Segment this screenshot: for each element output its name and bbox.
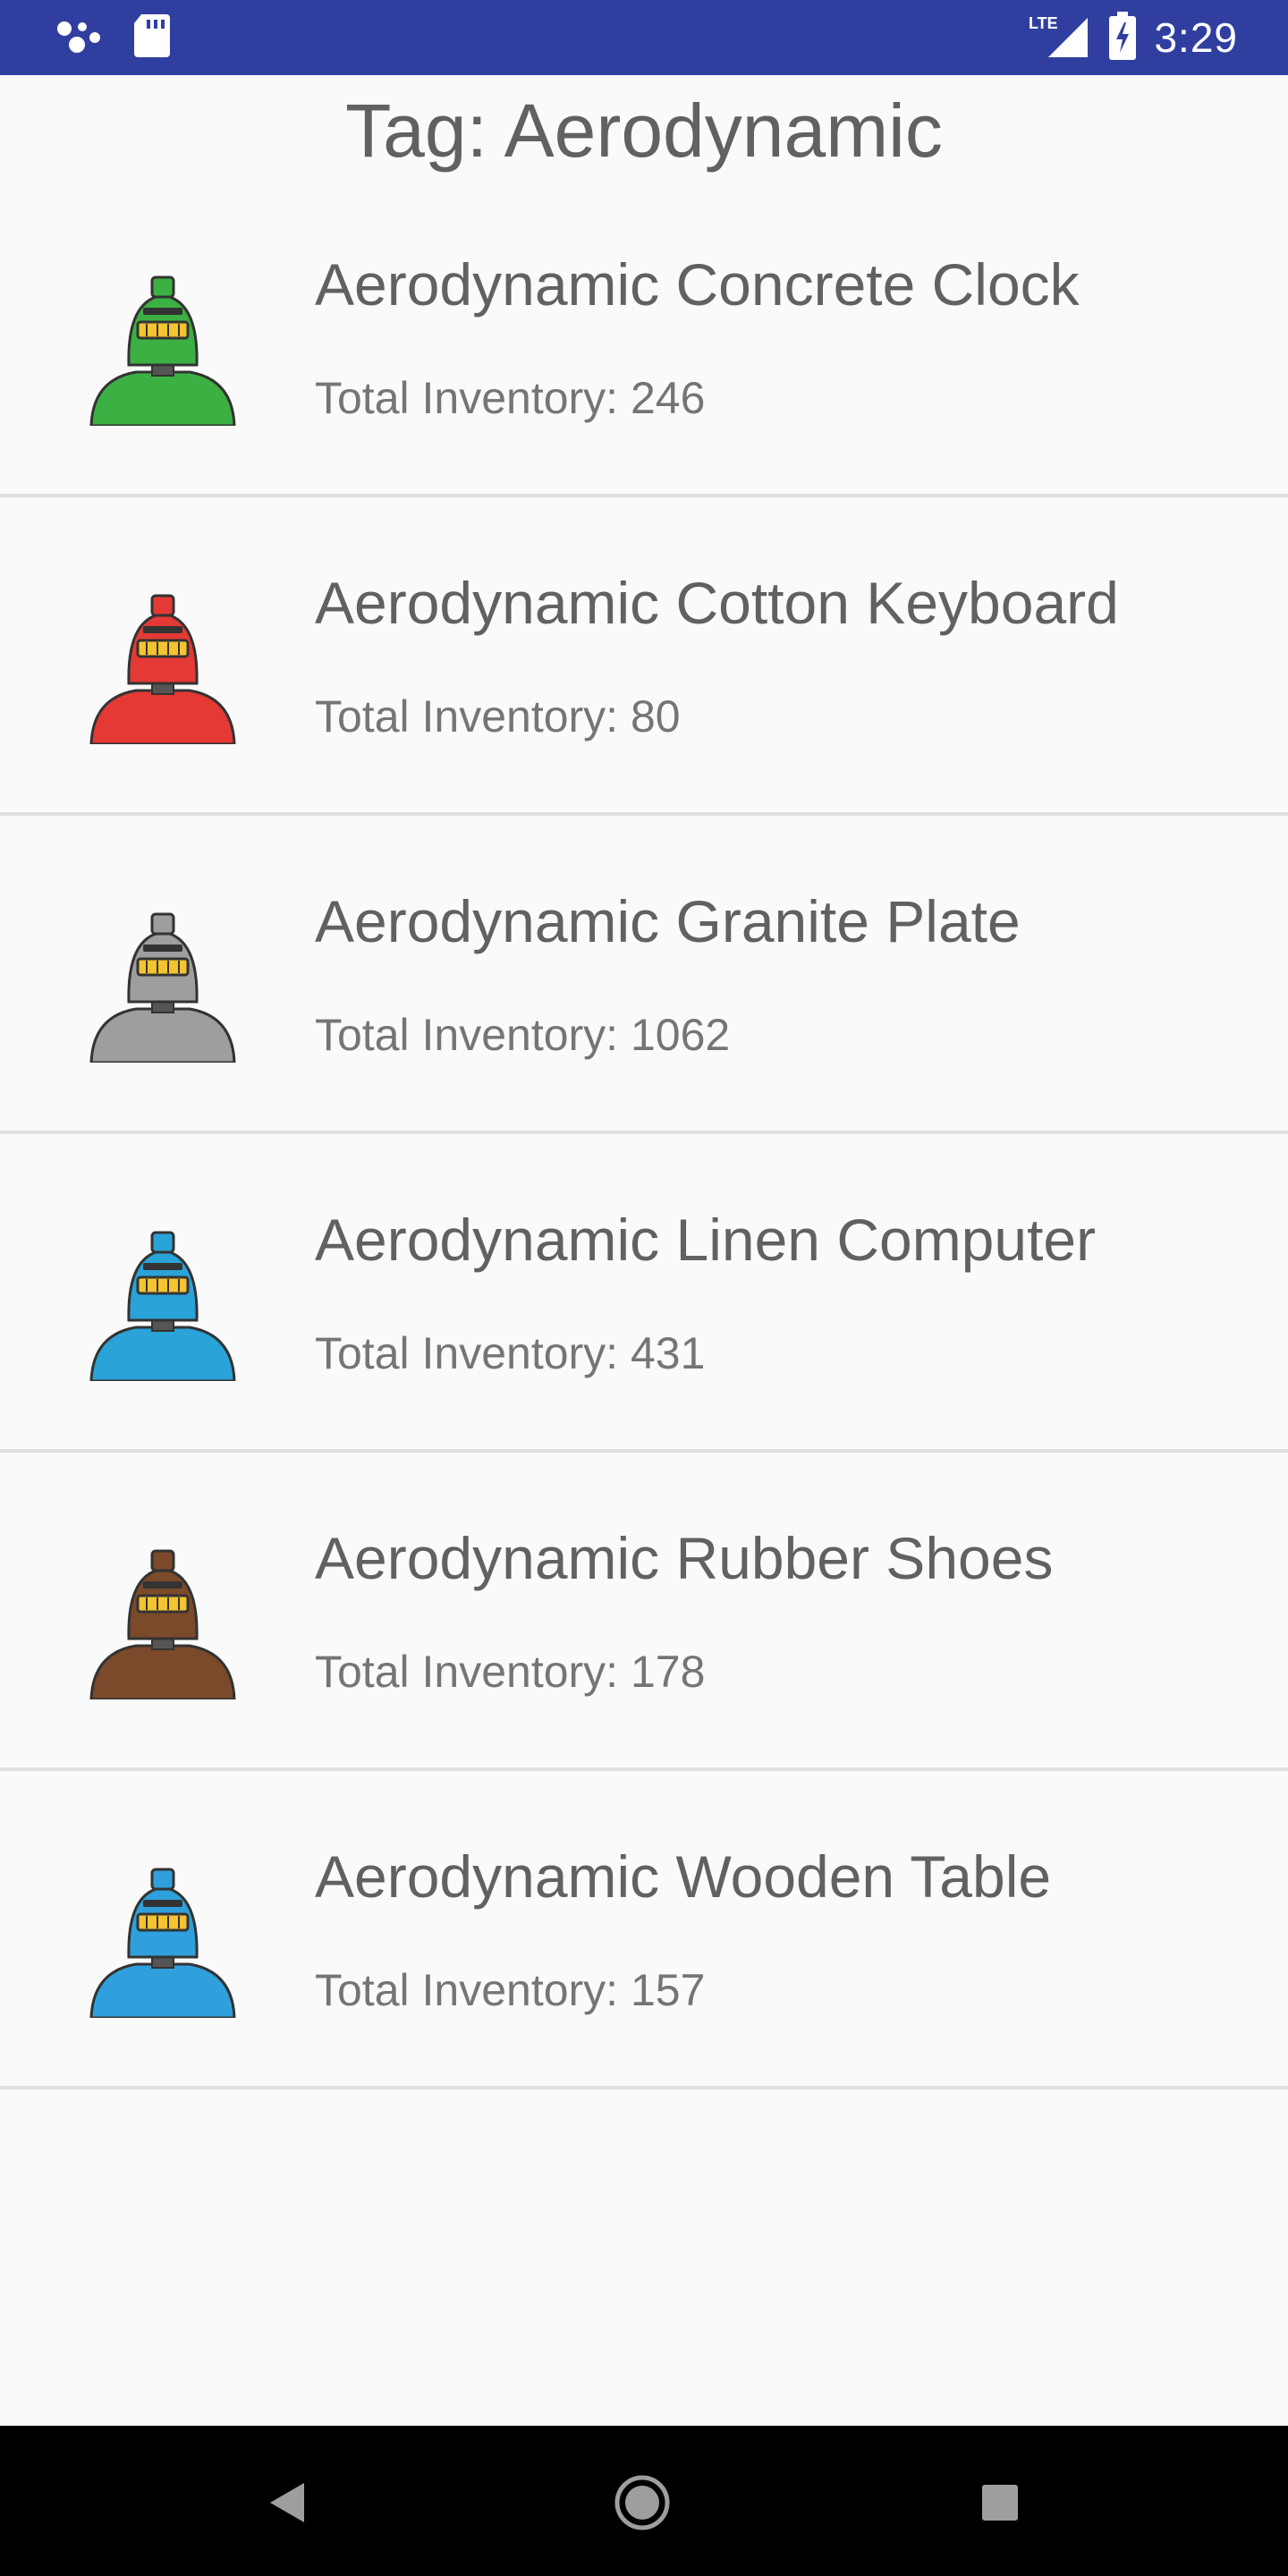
item-inventory: Total Inventory: 80 <box>315 691 681 741</box>
home-icon <box>614 2475 670 2530</box>
status-bar: LTE 3:29 <box>0 0 1288 75</box>
navigation-bar <box>0 2426 1288 2576</box>
robot-icon <box>89 1868 236 2018</box>
robot-icon <box>89 912 236 1063</box>
item-name: Aerodynamic Concrete Clock <box>315 251 1080 318</box>
item-list: Aerodynamic Concrete Clock Total Inventor… <box>0 179 1288 2089</box>
item-avatar <box>73 1538 252 1699</box>
item-inventory: Total Inventory: 178 <box>315 1647 706 1697</box>
sd-card-icon <box>134 13 170 62</box>
list-item[interactable]: Aerodynamic Rubber Shoes Total Inventory:… <box>0 1453 1288 1771</box>
item-name: Aerodynamic Cotton Keyboard <box>315 570 1119 636</box>
recents-button[interactable] <box>971 2474 1029 2531</box>
recents-icon <box>982 2485 1018 2521</box>
item-name: Aerodynamic Wooden Table <box>315 1843 1052 1910</box>
item-name: Aerodynamic Granite Plate <box>315 888 1021 954</box>
home-button[interactable] <box>614 2474 671 2531</box>
item-inventory: Total Inventory: 157 <box>315 1965 706 2015</box>
list-item[interactable]: Aerodynamic Cotton Keyboard Total Invento… <box>0 497 1288 816</box>
item-name: Aerodynamic Linen Computer <box>315 1207 1097 1273</box>
item-name: Aerodynamic Rubber Shoes <box>315 1525 1054 1591</box>
back-icon <box>270 2483 304 2522</box>
item-inventory: Total Inventory: 1062 <box>315 1010 731 1060</box>
item-avatar <box>73 583 252 744</box>
item-inventory: Total Inventory: 246 <box>315 373 706 423</box>
list-item[interactable]: Aerodynamic Linen Computer Total Inventor… <box>0 1134 1288 1453</box>
robot-icon <box>89 1231 236 1381</box>
item-avatar <box>73 265 252 426</box>
robot-icon <box>89 1549 236 1699</box>
svg-text:LTE: LTE <box>1029 14 1058 32</box>
robot-icon <box>89 275 236 426</box>
back-button[interactable] <box>258 2474 315 2531</box>
list-item[interactable]: Aerodynamic Wooden Table Total Inventory:… <box>0 1771 1288 2089</box>
item-inventory: Total Inventory: 431 <box>315 1328 706 1378</box>
battery-charging-icon <box>1109 11 1137 64</box>
lte-signal-icon: LTE <box>1029 13 1091 64</box>
list-item[interactable]: Aerodynamic Granite Plate Total Inventory… <box>0 816 1288 1134</box>
item-avatar <box>73 1857 252 2018</box>
status-time: 3:29 <box>1154 14 1238 61</box>
page-title: Tag: Aerodynamic <box>345 89 943 173</box>
list-item[interactable]: Aerodynamic Concrete Clock Total Inventor… <box>0 179 1288 497</box>
assistant-icon <box>55 18 104 58</box>
robot-icon <box>89 594 236 744</box>
item-avatar <box>73 1220 252 1381</box>
item-avatar <box>73 902 252 1063</box>
